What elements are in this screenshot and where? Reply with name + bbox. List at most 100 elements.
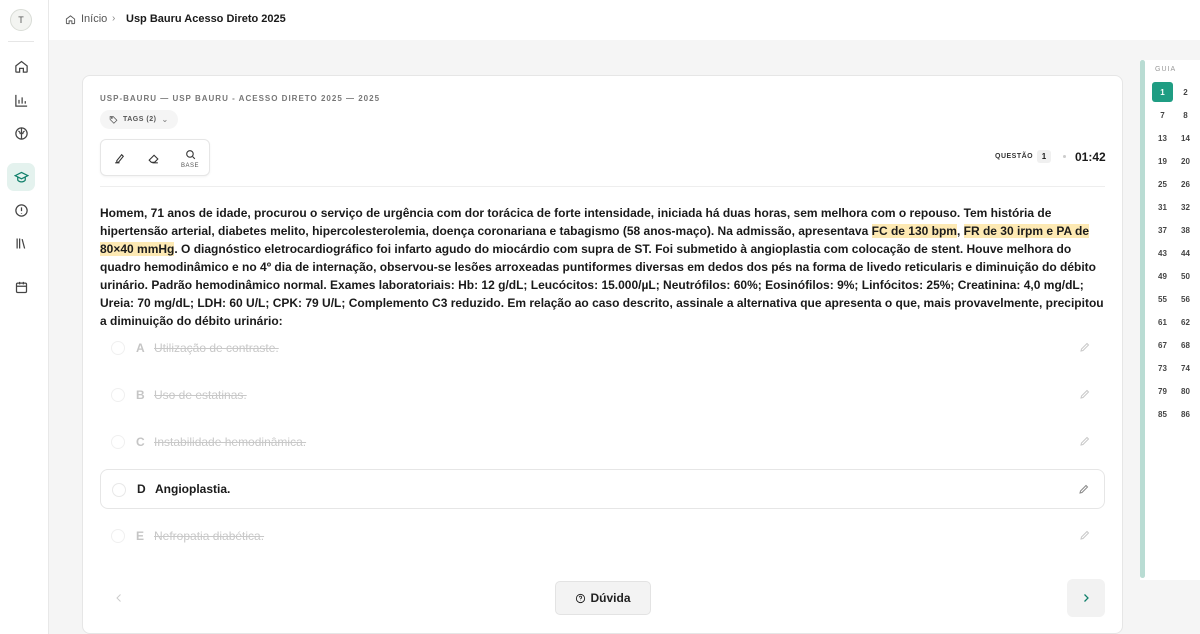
guide-question-number[interactable]: 43	[1152, 243, 1173, 263]
option-radio[interactable]	[112, 483, 126, 497]
doubt-button[interactable]: Dúvida	[555, 581, 651, 615]
option-d[interactable]: D Angioplastia.	[100, 469, 1105, 509]
chevron-down-icon: ⌄	[161, 115, 169, 124]
guide-question-number[interactable]: 73	[1152, 358, 1173, 378]
brain-icon[interactable]	[7, 119, 35, 147]
guide-question-number[interactable]: 37	[1152, 220, 1173, 240]
option-letter: C	[136, 435, 145, 449]
guide-question-number[interactable]: 62	[1175, 312, 1196, 332]
breadcrumb-home[interactable]: Início	[65, 13, 107, 25]
doubt-label: Dúvida	[590, 591, 631, 605]
top-bar: Início › Usp Bauru Acesso Direto 2025	[49, 0, 1200, 40]
base-button[interactable]: BASE	[175, 144, 205, 172]
chevron-left-icon	[116, 594, 121, 602]
option-text: Uso de estatinas.	[154, 388, 247, 402]
option-e[interactable]: E Nefropatia diabética.	[100, 516, 1105, 556]
left-sidebar: T	[0, 0, 49, 634]
option-letter: D	[137, 482, 146, 496]
next-question-button[interactable]	[1067, 579, 1105, 617]
tags-label: TAGS (2)	[123, 116, 157, 123]
highlighter-icon	[114, 153, 124, 163]
pencil-icon[interactable]	[1079, 529, 1091, 541]
eraser-button[interactable]	[139, 144, 167, 172]
guide-question-number[interactable]: 67	[1152, 335, 1173, 355]
guide-question-number[interactable]: 80	[1175, 381, 1196, 401]
question-label: QUESTÃO	[995, 153, 1034, 160]
pencil-icon[interactable]	[1078, 483, 1090, 495]
option-c[interactable]: C Instabilidade hemodinâmica.	[100, 422, 1105, 462]
question-guide: GUIA 1 2 7 8 13 14 19 20 25 26 31 32 37 38 43 44 49 50 55 5…	[1140, 60, 1200, 580]
question-comma: ,	[956, 224, 964, 238]
breadcrumb-current: Usp Bauru Acesso Direto 2025	[126, 13, 286, 25]
guide-question-number[interactable]: 13	[1152, 128, 1173, 148]
calendar-icon[interactable]	[7, 273, 35, 301]
guide-question-number[interactable]: 8	[1175, 105, 1196, 125]
eraser-icon	[147, 153, 159, 163]
bar-chart-icon[interactable]	[7, 86, 35, 114]
sidebar-divider	[8, 41, 34, 42]
highlighter-button[interactable]	[105, 144, 133, 172]
question-number: 1	[1037, 150, 1051, 163]
option-text: Angioplastia.	[155, 482, 231, 496]
chevron-right-icon	[1084, 594, 1089, 602]
highlight-vitals-1: FC de 130 bpm	[871, 224, 957, 238]
guide-question-number[interactable]: 61	[1152, 312, 1173, 332]
guide-question-number[interactable]: 50	[1175, 266, 1196, 286]
guide-question-number[interactable]: 26	[1175, 174, 1196, 194]
option-letter: A	[136, 341, 145, 355]
guide-question-number[interactable]: 55	[1152, 289, 1173, 309]
option-radio[interactable]	[111, 435, 125, 449]
option-a[interactable]: A Utilização de contraste.	[100, 328, 1105, 368]
option-radio[interactable]	[111, 388, 125, 402]
guide-question-number[interactable]: 32	[1175, 197, 1196, 217]
option-text: Instabilidade hemodinâmica.	[154, 435, 307, 449]
option-radio[interactable]	[111, 341, 125, 355]
base-label: BASE	[180, 162, 199, 169]
question-card: USP-BAURU — USP BAURU - ACESSO DIRETO 20…	[82, 75, 1123, 634]
guide-question-number[interactable]: 68	[1175, 335, 1196, 355]
library-icon[interactable]	[7, 229, 35, 257]
option-text: Utilização de contraste.	[154, 341, 279, 355]
chevron-right-icon: ›	[112, 13, 116, 24]
guide-question-number[interactable]: 86	[1175, 404, 1196, 424]
guide-question-number[interactable]: 14	[1175, 128, 1196, 148]
guide-question-number[interactable]: 49	[1152, 266, 1173, 286]
guide-question-number[interactable]: 74	[1175, 358, 1196, 378]
question-toolbar: BASE	[100, 139, 210, 176]
home-icon[interactable]	[7, 52, 35, 80]
guide-title: GUIA	[1155, 66, 1177, 73]
alert-circle-icon[interactable]	[7, 196, 35, 224]
pencil-icon[interactable]	[1079, 435, 1091, 447]
guide-question-number[interactable]: 19	[1152, 151, 1173, 171]
option-text: Nefropatia diabética.	[154, 529, 265, 543]
option-radio[interactable]	[111, 529, 125, 543]
previous-question-button[interactable]	[109, 588, 129, 608]
guide-question-number[interactable]: 7	[1152, 105, 1173, 125]
guide-scrollbar-thumb[interactable]	[1140, 60, 1145, 578]
guide-question-number[interactable]: 79	[1152, 381, 1173, 401]
pencil-icon[interactable]	[1079, 341, 1091, 353]
guide-question-number[interactable]: 31	[1152, 197, 1173, 217]
question-text: Homem, 71 anos de idade, procurou o serv…	[100, 204, 1108, 330]
guide-question-number[interactable]: 85	[1152, 404, 1173, 424]
guide-question-number[interactable]: 38	[1175, 220, 1196, 240]
guide-question-number[interactable]: 1	[1152, 82, 1173, 102]
guide-question-number[interactable]: 2	[1175, 82, 1196, 102]
exam-header: USP-BAURU — USP BAURU - ACESSO DIRETO 20…	[100, 94, 381, 103]
header-divider	[100, 186, 1105, 187]
question-part-2: . O diagnóstico eletrocardiográfico foi …	[100, 242, 1104, 328]
help-circle-icon	[576, 593, 586, 603]
guide-scrollbar[interactable]	[1140, 60, 1145, 578]
tag-icon	[109, 116, 118, 124]
pencil-icon[interactable]	[1079, 388, 1091, 400]
guide-question-number[interactable]: 56	[1175, 289, 1196, 309]
timer: 01:42	[1075, 150, 1106, 164]
option-b[interactable]: B Uso de estatinas.	[100, 375, 1105, 415]
avatar[interactable]: T	[10, 9, 32, 31]
search-icon	[185, 149, 195, 159]
guide-question-number[interactable]: 44	[1175, 243, 1196, 263]
tags-button[interactable]: TAGS (2) ⌄	[100, 110, 178, 129]
graduation-cap-icon[interactable]	[7, 163, 35, 191]
guide-question-number[interactable]: 20	[1175, 151, 1196, 171]
guide-question-number[interactable]: 25	[1152, 174, 1173, 194]
